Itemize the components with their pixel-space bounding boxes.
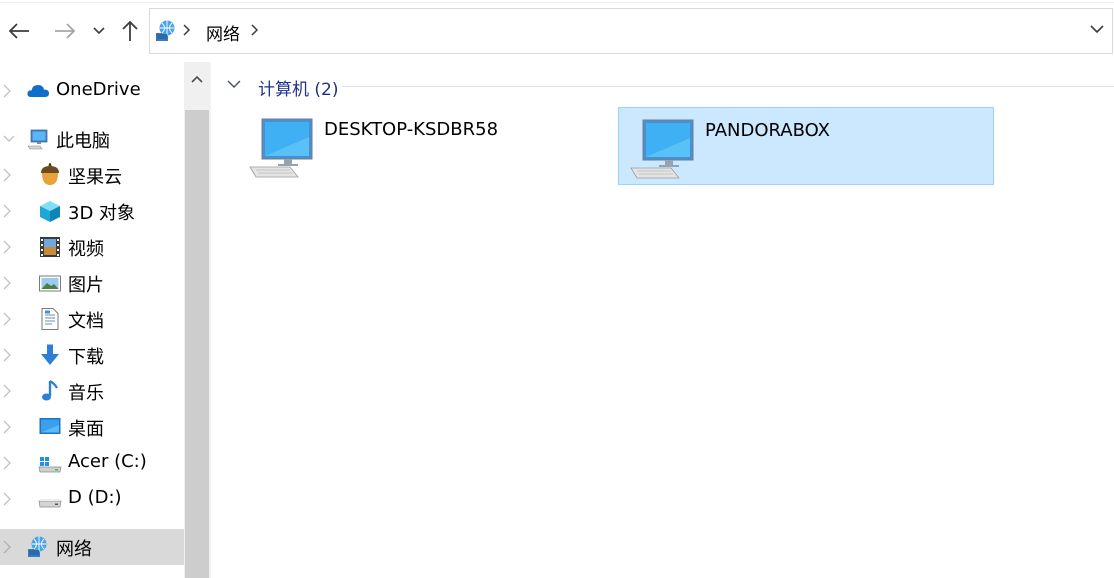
sidebar-item-network[interactable]: 网络 — [0, 529, 184, 565]
network-computer-item[interactable]: DESKTOP-KSDBR58 — [238, 107, 614, 185]
content-pane: 计算机 (2) DESKTOP-KSDBR58 PANDORABOX — [214, 62, 1114, 578]
film-icon — [40, 237, 60, 257]
forward-button[interactable] — [52, 18, 78, 44]
chevron-up-icon — [191, 75, 203, 83]
chevron-right-icon[interactable] — [3, 312, 11, 326]
sidebar-item-3d-objects[interactable]: 3D 对象 — [0, 193, 184, 229]
computer-icon — [630, 119, 694, 179]
recent-locations-button[interactable] — [86, 18, 112, 44]
chevron-right-icon[interactable] — [3, 348, 11, 362]
sidebar-item-label: 文档 — [68, 311, 104, 332]
sidebar-item-label: 下载 — [68, 347, 104, 368]
scroll-up-button[interactable] — [184, 62, 210, 96]
desktop-icon — [39, 418, 61, 434]
computer-icon — [27, 129, 48, 150]
sidebar-item-label: Acer (C:) — [68, 451, 147, 472]
sidebar-scrollbar[interactable] — [184, 62, 210, 578]
group-header-rule — [342, 86, 1114, 87]
chevron-right-icon[interactable] — [3, 540, 11, 554]
collapse-group-icon[interactable] — [227, 80, 241, 89]
chevron-right-icon[interactable] — [3, 240, 11, 254]
sidebar-item-label: OneDrive — [56, 79, 141, 100]
navigation-pane: OneDrive 此电脑 坚果云 3D 对象 视频 图片 文档 下载 音乐 桌面… — [0, 62, 210, 578]
sidebar-item-jianguoyun[interactable]: 坚果云 — [0, 157, 184, 193]
sidebar-item-label: 坚果云 — [68, 167, 122, 188]
back-button[interactable] — [6, 18, 32, 44]
chevron-right-icon[interactable] — [3, 492, 11, 506]
sidebar-item-drive-c[interactable]: Acer (C:) — [0, 445, 184, 481]
picture-icon — [39, 275, 61, 292]
sidebar-item-label: 桌面 — [68, 419, 104, 440]
sidebar-item-drive-d[interactable]: D (D:) — [0, 481, 184, 517]
chevron-down-right-icon[interactable] — [3, 132, 15, 144]
sidebar-item-onedrive[interactable]: OneDrive — [0, 73, 184, 109]
breadcrumb-separator-icon[interactable] — [183, 24, 191, 36]
sidebar-item-label: 图片 — [68, 275, 104, 296]
up-button[interactable] — [117, 18, 143, 44]
up-arrow-icon — [122, 20, 138, 41]
chevron-right-icon[interactable] — [3, 276, 11, 290]
sidebar-item-videos[interactable]: 视频 — [0, 229, 184, 265]
sidebar-item-desktop[interactable]: 桌面 — [0, 409, 184, 445]
network-icon — [28, 536, 47, 557]
computer-name: DESKTOP-KSDBR58 — [324, 119, 499, 140]
sidebar-item-documents[interactable]: 文档 — [0, 301, 184, 337]
address-history-dropdown-icon[interactable] — [1090, 25, 1104, 34]
chevron-right-icon[interactable] — [3, 384, 11, 398]
scrollbar-thumb[interactable] — [185, 110, 209, 578]
chevron-down-icon — [93, 27, 105, 35]
chevron-right-icon[interactable] — [3, 168, 11, 182]
drive-icon — [38, 499, 62, 508]
cloud-icon — [27, 85, 49, 97]
acorn-icon — [41, 163, 59, 185]
window-top-edge — [0, 0, 1114, 3]
chevron-right-icon[interactable] — [3, 420, 11, 434]
forward-arrow-icon — [55, 23, 76, 39]
sidebar-item-pictures[interactable]: 图片 — [0, 265, 184, 301]
group-header-computers[interactable]: 计算机 (2) — [224, 74, 1114, 100]
computer-icon — [249, 118, 313, 178]
windows-drive-icon — [38, 457, 62, 473]
chevron-right-icon[interactable] — [3, 84, 11, 98]
chevron-right-icon[interactable] — [3, 456, 11, 470]
sidebar-item-downloads[interactable]: 下载 — [0, 337, 184, 373]
network-icon — [156, 20, 175, 41]
sidebar-item-music[interactable]: 音乐 — [0, 373, 184, 409]
sidebar-item-this-pc[interactable]: 此电脑 — [0, 121, 184, 157]
group-header-label: 计算机 (2) — [258, 80, 339, 100]
computer-name: PANDORABOX — [705, 120, 830, 141]
back-arrow-icon — [8, 23, 29, 39]
sidebar-item-label: 音乐 — [68, 383, 104, 404]
navigation-toolbar: 网络 — [0, 0, 1114, 62]
sidebar-item-label: 视频 — [68, 239, 104, 260]
document-icon — [41, 308, 59, 330]
sidebar-item-label: 网络 — [56, 539, 92, 560]
sidebar-item-label: 3D 对象 — [68, 203, 136, 224]
network-computer-item[interactable]: PANDORABOX — [618, 107, 994, 185]
breadcrumb-network[interactable]: 网络 — [206, 20, 240, 45]
cube-3d-icon — [40, 201, 60, 222]
music-note-icon — [42, 380, 58, 401]
breadcrumb-separator-icon[interactable] — [251, 24, 259, 36]
sidebar-item-label: D (D:) — [68, 487, 122, 508]
address-bar[interactable]: 网络 — [149, 8, 1113, 54]
sidebar-item-label: 此电脑 — [56, 131, 110, 152]
chevron-right-icon[interactable] — [3, 204, 11, 218]
download-arrow-icon — [41, 344, 59, 365]
